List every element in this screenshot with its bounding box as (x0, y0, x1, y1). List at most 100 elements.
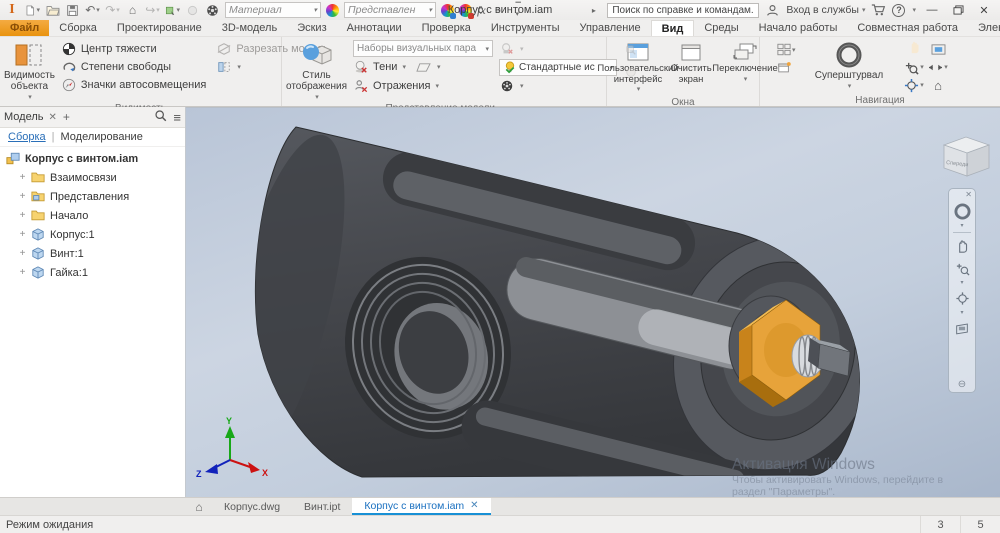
doc-tab-close-icon[interactable]: ✕ (470, 500, 478, 511)
sign-in-button[interactable]: Вход в службы▾ (786, 4, 865, 16)
select-filter-button[interactable]: ▾ (165, 3, 180, 18)
tab-design[interactable]: Проектирование (107, 20, 212, 36)
iproperties-button[interactable] (185, 3, 200, 18)
minimize-button[interactable]: — (922, 2, 942, 18)
display-style-button[interactable]: Стиль отображения ▾ (286, 40, 347, 103)
tree-node-representations[interactable]: + Представления (0, 187, 185, 206)
app-store-cart-icon[interactable] (871, 3, 886, 18)
appearance-dropdown[interactable]: Представлен▾ (344, 2, 436, 18)
panel-label-windows[interactable]: Окна (607, 97, 759, 108)
refine-appearance-icon[interactable] (623, 64, 639, 80)
doc-tab-korpus-s-vintom-iam[interactable]: Корпус с винтом.iam ✕ (352, 498, 490, 515)
navbar-zoom-icon[interactable] (955, 258, 970, 278)
tree-node-gaika[interactable]: + Гайка:1 (0, 263, 185, 282)
steering-wheel-button[interactable]: Суперштурвал ▾ (810, 40, 888, 92)
navbar-steering-wheel-icon[interactable] (954, 201, 971, 221)
tab-collaborate[interactable]: Совместная работа (847, 20, 968, 36)
browser-filter-modeling[interactable]: Моделирование (61, 131, 143, 143)
ground-plane-button[interactable]: ▾ (416, 58, 441, 76)
doc-tab-vint-ipt[interactable]: Винт.ipt (292, 498, 352, 515)
material-dropdown[interactable]: Материал▾ (225, 2, 321, 18)
tab-environments[interactable]: Среды (694, 20, 748, 36)
tab-annotate[interactable]: Аннотации (337, 20, 412, 36)
expander-icon[interactable]: + (18, 267, 27, 278)
pan-icon[interactable] (907, 40, 922, 58)
navigation-bar[interactable]: ✕ ▾ ▾ ▾ ⊖ (948, 188, 976, 393)
browser-add-tab-button[interactable]: + (63, 110, 70, 124)
tab-manage[interactable]: Управление (569, 20, 650, 36)
browser-tab-model[interactable]: Модель✕ (4, 111, 57, 123)
tab-3d-model[interactable]: 3D-модель (212, 20, 287, 36)
redo-button[interactable]: ↷▾ (105, 3, 120, 18)
shadows-button[interactable]: Тени▾ (353, 58, 406, 76)
expander-icon[interactable]: + (18, 229, 27, 240)
qat-expand-chevron-icon[interactable]: ▸ (586, 3, 601, 18)
browser-tab-close-icon[interactable]: ✕ (48, 112, 56, 123)
help-search-input[interactable] (607, 3, 759, 18)
customize-qat-icon[interactable]: ▔▾ (511, 3, 526, 18)
expander-icon[interactable]: + (18, 172, 27, 183)
expander-icon[interactable]: + (18, 210, 27, 221)
camera-projection-button[interactable]: ▾ (499, 40, 617, 58)
clear-appearance-icon[interactable] (459, 4, 472, 17)
visual-sets-dropdown[interactable]: Наборы визуальных пара▾ (353, 40, 493, 57)
navbar-look-at-icon[interactable] (954, 318, 970, 338)
navbar-orbit-dropdown-icon[interactable]: ▾ (960, 310, 963, 316)
zoom-icon[interactable]: ▾ (904, 60, 924, 75)
automate-constraint-icons-button[interactable]: Значки автосовмещения (61, 76, 206, 94)
doc-tab-korpus-dwg[interactable]: Корпус.dwg (212, 498, 292, 515)
browser-filter-assembly[interactable]: Сборка (8, 131, 46, 143)
inventor-logo-icon[interactable]: I (4, 2, 20, 18)
open-file-button[interactable] (45, 3, 60, 18)
object-visibility-button[interactable]: Видимость объекта ▾ (4, 40, 55, 103)
measure-plus-icon[interactable]: + (491, 3, 506, 18)
navbar-close-icon[interactable]: ✕ (965, 191, 972, 199)
tree-node-root[interactable]: Корпус с винтом.iam (0, 149, 185, 168)
tab-view[interactable]: Вид (651, 20, 695, 36)
parameters-fx-button[interactable]: fx (477, 3, 486, 18)
degrees-of-freedom-button[interactable]: Степени свободы (61, 58, 206, 76)
view-home-icon[interactable]: ⌂ (934, 78, 942, 93)
restore-button[interactable] (948, 2, 968, 18)
reflections-button[interactable]: Отражения▾ (353, 77, 493, 95)
zoom-all-icon[interactable] (931, 43, 946, 56)
navbar-zoom-dropdown-icon[interactable]: ▾ (960, 280, 963, 286)
close-button[interactable]: ✕ (974, 2, 994, 18)
tab-tools[interactable]: Инструменты (481, 20, 570, 36)
tree-node-relationships[interactable]: + Взаимосвязи (0, 168, 185, 187)
home-view-button[interactable]: ⌂ (125, 3, 140, 18)
tree-node-vint[interactable]: + Винт:1 (0, 244, 185, 263)
view-cube[interactable]: Спереди (944, 137, 989, 176)
assembly-3d-model[interactable]: Y X Z Спереди (186, 108, 1000, 497)
expander-icon[interactable]: + (18, 191, 27, 202)
navbar-collapse-icon[interactable]: ⊖ (958, 379, 966, 390)
tab-sketch[interactable]: Эскиз (287, 20, 336, 36)
undo-button[interactable]: ↶▾ (85, 3, 100, 18)
tab-get-started[interactable]: Начало работы (749, 20, 848, 36)
panel-label-navigation[interactable]: Навигация (760, 94, 1000, 106)
browser-search-icon[interactable] (154, 109, 167, 125)
new-file-button[interactable]: ▾ (25, 3, 40, 18)
tree-node-korpus[interactable]: + Корпус:1 (0, 225, 185, 244)
navbar-orbit-icon[interactable] (955, 288, 970, 308)
tree-node-origin[interactable]: + Начало (0, 206, 185, 225)
tab-assembly[interactable]: Сборка (49, 20, 107, 36)
browser-menu-icon[interactable]: ≡ (173, 110, 181, 125)
zoom-fit-icon[interactable]: ▾ (928, 61, 948, 74)
tab-inspect[interactable]: Проверка (412, 20, 481, 36)
home-tab-icon[interactable]: ⌂ (186, 498, 212, 515)
color-wheel-icon[interactable] (326, 4, 339, 17)
help-icon[interactable]: ? (892, 4, 905, 17)
orbit-icon[interactable]: ▾ (904, 78, 924, 93)
return-button[interactable]: ↪▾ (145, 3, 160, 18)
tab-file[interactable]: Файл (0, 20, 49, 36)
tab-electromechanical[interactable]: Электромеханический проект (968, 20, 1000, 36)
texture-toggle-icon[interactable] (623, 42, 639, 58)
save-button[interactable] (65, 3, 80, 18)
adjust-appearance-icon[interactable] (441, 4, 454, 17)
center-of-gravity-button[interactable]: Центр тяжести (61, 40, 206, 58)
appearance-wheel-icon[interactable] (205, 3, 220, 18)
clean-screen-button[interactable]: Очистить экран (669, 40, 713, 86)
help-dropdown-icon[interactable]: ▾ (912, 6, 916, 14)
navbar-wheel-dropdown-icon[interactable]: ▾ (960, 223, 963, 229)
